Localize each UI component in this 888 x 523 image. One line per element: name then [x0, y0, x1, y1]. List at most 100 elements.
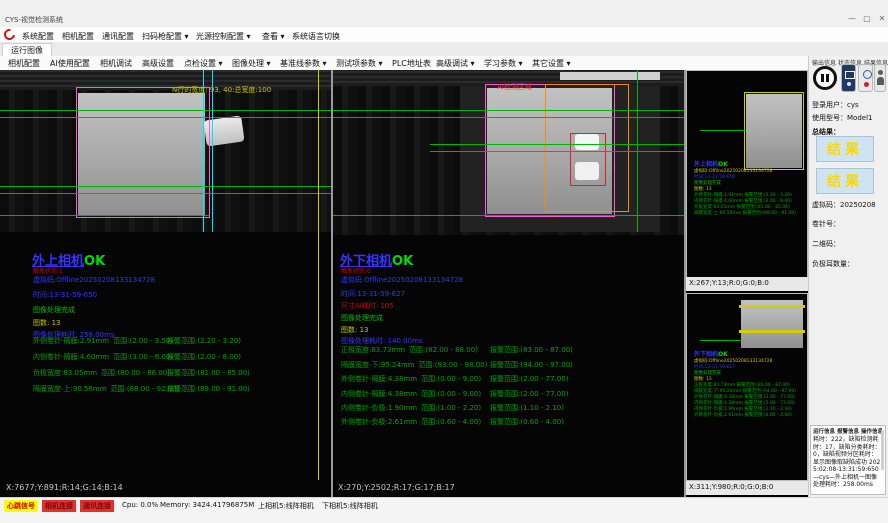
- user-button[interactable]: [874, 64, 886, 92]
- left-baseline-4: [0, 193, 331, 194]
- middle-pixel-readout: X:270;Y:2502;R:17;G:17;B:17: [338, 483, 455, 492]
- thumb-bottom-pixel-readout: X:311;Y:980;R:0;G:0;B:0: [686, 481, 808, 495]
- left-trigger-state: 触发状态:1: [33, 266, 63, 275]
- qrcode-row: 二维码：: [812, 239, 840, 249]
- title-bar: [0, 0, 888, 28]
- alarm-range: 报警范围:(81.00 - 85.00): [167, 368, 250, 378]
- log-scrollbar[interactable]: [881, 430, 884, 470]
- log-tab-operation[interactable]: 操作信息: [861, 427, 883, 435]
- measure-row: 负极宽度:83.05mm范围:(80.00 - 86.00): [33, 368, 170, 378]
- menu-system-config[interactable]: 系统配置: [22, 31, 54, 42]
- lens-icon: [847, 82, 851, 86]
- maximize-button[interactable]: ▢: [860, 13, 874, 25]
- alarm-range: 报警范围:(94.00 - 97.00): [490, 360, 573, 370]
- thumb-bottom-line: [700, 340, 742, 341]
- middle-process-done: 图像处理完成: [341, 313, 383, 323]
- result-badge-1: 结果: [816, 136, 874, 162]
- tool-camera-config[interactable]: 相机配置: [8, 58, 40, 69]
- left-virtual-code: 虚拟码:Offline20250208133134728: [33, 275, 155, 285]
- camera-button[interactable]: [841, 64, 856, 92]
- tool-spot-check[interactable]: 点检设置 ▾: [184, 58, 223, 69]
- pause-icon: [821, 74, 824, 82]
- menu-light-config[interactable]: 光源控制配置 ▾: [196, 31, 251, 42]
- tool-ai-config[interactable]: AI使用配置: [50, 58, 90, 69]
- measure-row: 隔膜宽度-上:90.56mm范围:(88.00 - 92.00): [33, 384, 179, 394]
- middle-ai-time: 尺寸AI耗时: 105: [341, 301, 394, 311]
- alarm-range: 报警范围:(1.10 - 2.10): [490, 403, 564, 413]
- measure-row: 内侧卷针-隔膜:4.60mm范围:(3.00 - 6.00): [33, 352, 173, 362]
- alarm-range: 报警范围:(2.00 - 8.00): [167, 352, 241, 362]
- virtual-code-value: 20250208: [840, 201, 876, 209]
- log-tab-run[interactable]: 运行信息: [813, 427, 835, 435]
- alarm-range: 报警范围:(0.60 - 4.00): [490, 417, 564, 427]
- thumb-top-pixel-readout: X:267;Y:13;R:0;G:0;B:0: [686, 277, 808, 291]
- tool-plc-address[interactable]: PLC地址表: [392, 58, 431, 69]
- thumb-top-line: [700, 130, 746, 131]
- menu-language-switch[interactable]: 系统语言切换: [292, 31, 340, 42]
- tab-row: [0, 42, 888, 57]
- tool-camera-debug[interactable]: 相机调试: [100, 58, 132, 69]
- tool-test-params[interactable]: 测试项参数 ▾: [336, 58, 383, 69]
- left-time: 时间:13-31-59-650: [33, 290, 97, 300]
- thumb-bottom-readout: 外下相机OK 虚拟码:Offline20250208133134728 时间:1…: [694, 352, 796, 419]
- memory-usage: Memory: 3424.41796875M: [160, 501, 254, 509]
- model-row: 使用型号：Model1: [812, 113, 872, 123]
- left-baseline-5: [0, 215, 210, 216]
- result-badge-2: 结果: [816, 168, 874, 194]
- left-yellow-line: [318, 70, 319, 480]
- record-icon: [864, 82, 869, 87]
- window-title: CYS-视觉检测系统: [5, 15, 63, 25]
- middle-trigger-state: 触发状态:0: [341, 266, 371, 275]
- needle-number-row: 卷针号：: [812, 219, 840, 229]
- menu-comm-config[interactable]: 通讯配置: [102, 31, 134, 42]
- alarm-range: 报警范围:(83.00 - 87.00): [490, 345, 573, 355]
- alarm-range: 报警范围:(2.00 - 77.00): [490, 374, 568, 384]
- left-roi-outline: [76, 87, 210, 218]
- left-frame-count: 图数: 13: [33, 318, 61, 328]
- measure-row: 内侧卷针-负极:1.90mm范围:(1.00 - 2.20): [341, 403, 481, 413]
- left-ok-badge: OK: [84, 254, 105, 269]
- middle-frame-count: 图数: 13: [341, 325, 369, 335]
- login-user-value: cys: [847, 101, 859, 109]
- left-baseline-3: [0, 186, 331, 187]
- login-user-row: 登录用户：cys: [812, 100, 859, 110]
- pause-button[interactable]: [813, 66, 837, 90]
- menu-view[interactable]: 查看 ▾: [262, 31, 285, 42]
- middle-baseline-3: [430, 144, 684, 145]
- heartbeat-badge: 心跳信号: [4, 500, 38, 512]
- thumb-bottom-yellow-2: [739, 330, 805, 333]
- measure-row: 内侧卷针-隔膜:4.38mm范围:(0.00 - 9.00): [341, 389, 481, 399]
- log-tab-alarm[interactable]: 报警信息: [837, 427, 859, 435]
- tool-advanced-settings[interactable]: 高级设置: [142, 58, 174, 69]
- left-baseline-1: [0, 110, 331, 111]
- capture-button[interactable]: [858, 64, 873, 92]
- close-button[interactable]: ✕: [875, 13, 888, 25]
- middle-baseline-5: [333, 215, 684, 216]
- tool-other-settings[interactable]: 其它设置 ▾: [532, 58, 571, 69]
- virtual-code-row: 虚拟码：20250208: [812, 200, 876, 210]
- middle-baseline-2: [333, 117, 684, 118]
- menu-camera-config[interactable]: 相机配置: [62, 31, 94, 42]
- log-text: 耗时：222，缺陷检测耗时：17，缺陷分类耗时：0，缺陷视频分区耗时：显示图像取…: [813, 436, 881, 489]
- tool-baseline-params[interactable]: 基准线参数 ▾: [280, 58, 327, 69]
- cpu-usage: Cpu: 0.0%: [122, 501, 158, 509]
- left-pixel-readout: X:7677;Y:891;R:14;G:14;B:14: [6, 483, 123, 492]
- middle-overlay-text: AI检测区域: [497, 82, 532, 92]
- middle-virtual-code: 虚拟码:Offline20250208133134728: [341, 275, 463, 285]
- measure-row: 外侧卷针-隔膜:4.38mm范围:(0.00 - 9.00): [341, 374, 481, 384]
- camera-bottom-link[interactable]: 下相机5:线阵相机: [322, 501, 378, 511]
- menu-scanner-config[interactable]: 扫码枪配置 ▾: [142, 31, 189, 42]
- minimize-button[interactable]: —: [845, 13, 859, 25]
- camera-top-link[interactable]: 上相机5:线阵相机: [258, 501, 314, 511]
- user-icon: [878, 70, 883, 75]
- tool-image-processing[interactable]: 图像处理 ▾: [232, 58, 271, 69]
- camera-icon: [845, 71, 855, 79]
- alarm-range: 报警范围:(2.00 - 77.00): [490, 389, 568, 399]
- thumb-top-roi: [744, 92, 804, 170]
- tool-advanced-debug[interactable]: 高级调试 ▾: [436, 58, 475, 69]
- tool-learning-params[interactable]: 学习参数 ▾: [484, 58, 523, 69]
- comm-connect-badge: 通讯连接: [80, 500, 114, 512]
- measure-row: 正极宽度:83.73mm范围:(82.00 - 88.00): [341, 345, 478, 355]
- log-box: 运行信息 报警信息 操作信息 耗时：222，缺陷检测耗时：17，缺陷分类耗时：0…: [810, 425, 886, 495]
- pause-icon: [826, 74, 829, 82]
